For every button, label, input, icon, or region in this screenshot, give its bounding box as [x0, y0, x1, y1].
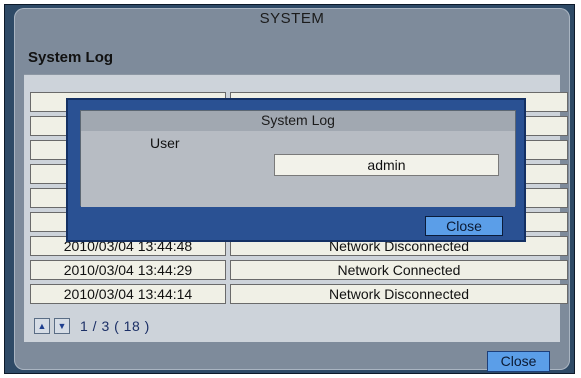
system-log-dialog: System Log User admin Close: [66, 98, 526, 242]
table-row[interactable]: 2010/03/04 13:44:29 Network Connected: [30, 260, 568, 280]
arrow-up-icon: ▲: [37, 320, 47, 331]
log-time: 2010/03/04 13:44:29: [30, 260, 226, 280]
pagination: ▲ ▼ 1 / 3 ( 18 ): [34, 316, 150, 336]
close-button[interactable]: Close: [487, 351, 550, 372]
window-title: SYSTEM: [259, 10, 325, 27]
page-up-button[interactable]: ▲: [34, 318, 50, 334]
log-event: Network Disconnected: [230, 284, 568, 304]
section-title: System Log: [28, 49, 114, 66]
log-time: 2010/03/04 13:44:14: [30, 284, 226, 304]
dialog-close-button[interactable]: Close: [425, 216, 503, 236]
page-indicator: 1 / 3 ( 18 ): [80, 318, 150, 334]
arrow-down-icon: ▼: [57, 320, 67, 331]
user-field[interactable]: admin: [274, 154, 499, 176]
dialog-title: System Log: [81, 112, 515, 130]
table-row[interactable]: 2010/03/04 13:44:14 Network Disconnected: [30, 284, 568, 304]
page-down-button[interactable]: ▼: [54, 318, 70, 334]
user-label: User: [150, 135, 180, 151]
log-event: Network Connected: [230, 260, 568, 280]
